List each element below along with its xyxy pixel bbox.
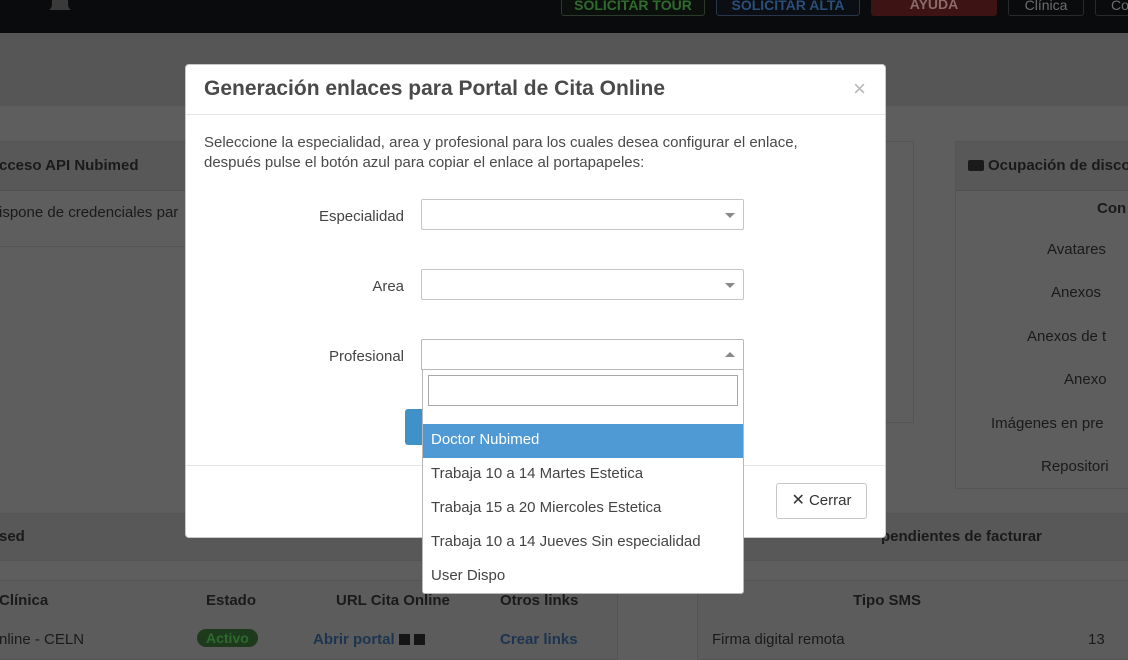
th-links: Otros links [500,592,579,609]
profesional-search-input[interactable] [428,375,738,406]
calendar-icon[interactable] [413,634,425,645]
request-tour-button[interactable]: SOLICITAR TOUR [561,0,705,16]
especialidad-label: Especialidad [318,208,404,225]
option-trabaja-miercoles[interactable]: Trabaja 15 a 20 Miercoles Estetica [423,492,743,526]
td-sms-type: Firma digital remota [712,631,845,648]
disk-item-images: Imágenes en pre [991,415,1104,432]
chevron-down-icon [725,213,735,218]
status-badge: Activo [197,629,258,647]
chevron-down-icon [725,283,735,288]
modal-header: Generación enlaces para Portal de Cita O… [186,65,885,115]
disk-item-attachment: Anexo [1064,371,1107,388]
option-user-dispo[interactable]: User Dispo [423,560,743,594]
option-trabaja-jueves[interactable]: Trabaja 10 a 14 Jueves Sin especialidad [423,526,743,560]
th-url: URL Cita Online [336,592,450,609]
clipboard-icon[interactable] [398,634,410,645]
especialidad-select[interactable] [421,199,744,230]
profesional-dropdown: Doctor Nubimed Trabaja 10 a 14 Martes Es… [422,370,744,594]
profesional-label: Profesional [328,348,404,365]
disk-usage-panel: Ocupación de disco Con Avatares Anexos A… [955,141,1128,489]
top-navbar: SOLICITAR TOUR SOLICITAR ALTA AYUDA Clín… [0,0,1128,33]
help-button[interactable]: AYUDA [871,0,997,16]
sms-table: Tipo SMS Firma digital remota 13 [697,580,1128,660]
profesional-options: Doctor Nubimed Trabaja 10 a 14 Martes Es… [423,424,743,594]
disk-item-repository: Repositori [1041,458,1109,475]
td-clinic: nline - CELN [0,631,85,648]
disk-col-header: Con [1097,200,1127,217]
disk-item-test-attachments: Anexos de t [1027,328,1107,345]
area-select[interactable] [421,269,744,300]
td-sms-count: 13 [1088,631,1105,648]
close-button[interactable]: ✕ Cerrar [776,483,867,519]
billing-section-title: pendientes de facturar [881,528,1042,545]
more-button[interactable]: Co [1095,0,1128,16]
disk-item-avatars: Avatares [1047,241,1106,258]
open-portal-link[interactable]: Abrir portal [313,631,425,648]
th-sms-type: Tipo SMS [853,592,922,609]
th-clinica: Clínica [0,592,49,609]
bell-icon[interactable] [47,0,73,18]
option-trabaja-martes[interactable]: Trabaja 10 a 14 Martes Estetica [423,458,743,492]
times-icon: ✕ [791,492,805,509]
option-doctor-nubimed[interactable]: Doctor Nubimed [423,424,743,458]
th-estado: Estado [206,592,257,609]
api-panel-title: cceso API Nubimed [0,157,139,174]
close-icon[interactable]: × [853,78,866,100]
disk-panel-title: Ocupación de disco [968,157,1128,174]
create-links-link[interactable]: Crear links [500,631,578,648]
modal-description: Seleccione la especialidad, area y profe… [204,134,798,171]
api-access-panel: cceso API Nubimed ispone de credenciales… [0,141,198,247]
request-signup-button[interactable]: SOLICITAR ALTA [716,0,860,16]
chevron-up-icon [725,352,735,357]
clinics-section-title: sed [0,528,25,545]
modal-title: Generación enlaces para Portal de Cita O… [204,77,665,100]
hdd-icon [968,160,984,171]
profesional-select[interactable] [421,339,744,370]
clinic-button[interactable]: Clínica [1008,0,1084,16]
area-label: Area [372,278,404,295]
disk-item-attachments: Anexos [1051,284,1102,301]
api-panel-text: ispone de credenciales par [0,204,179,221]
